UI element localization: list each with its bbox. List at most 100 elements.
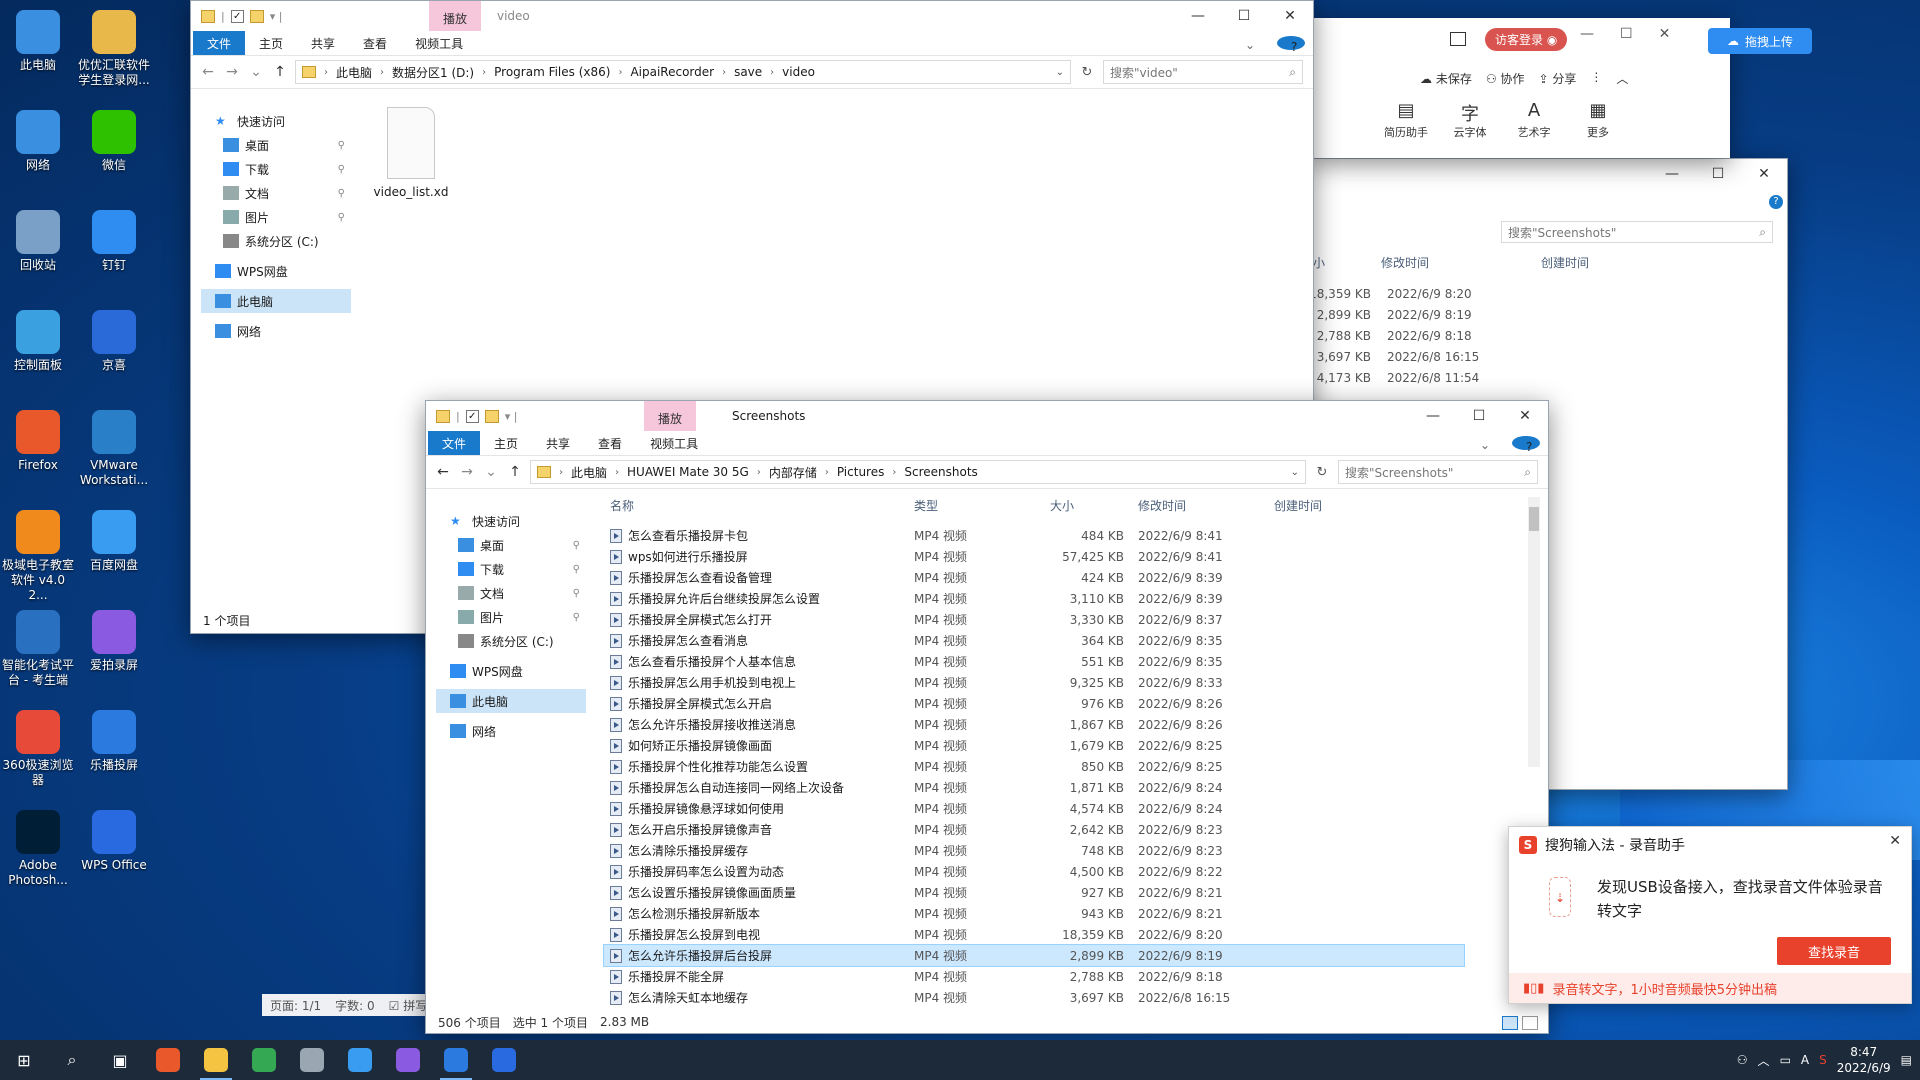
- address-bar[interactable]: › 此电脑 › HUAWEI Mate 30 5G › 内部存储 › Pictures › Scr…: [530, 460, 1306, 484]
- table-row[interactable]: 4,173 KB 2022/6/8 11:54: [1301, 367, 1531, 388]
- table-row[interactable]: 怎么开启乐播投屏镜像声音 MP4 视频 2,642 KB 2022/6/9 8:23: [604, 819, 1464, 840]
- desktop-icon[interactable]: 百度网盘: [78, 510, 150, 573]
- desktop-icon[interactable]: 此电脑: [2, 10, 74, 73]
- close-icon[interactable]: ✕: [1889, 833, 1901, 849]
- taskbar-button[interactable]: [288, 1040, 336, 1080]
- minimize-button[interactable]: —: [1580, 26, 1594, 42]
- scrollbar-thumb[interactable]: [1529, 507, 1539, 531]
- desktop-icon[interactable]: 控制面板: [2, 310, 74, 373]
- table-row[interactable]: 乐播投屏怎么查看设备管理 MP4 视频 424 KB 2022/6/9 8:39: [604, 567, 1464, 588]
- sogou-tray-icon[interactable]: S: [1819, 1053, 1827, 1067]
- minimize-button[interactable]: —: [1649, 159, 1695, 189]
- table-row[interactable]: 乐播投屏个性化推荐功能怎么设置 MP4 视频 850 KB 2022/6/9 8:25: [604, 756, 1464, 777]
- breadcrumb-chevron-icon[interactable]: ›: [757, 467, 761, 478]
- play-context-tab[interactable]: 播放: [429, 1, 482, 31]
- desktop-icon[interactable]: 极域电子教室软件 v4.0 2...: [2, 510, 74, 603]
- up-button[interactable]: ↑: [271, 64, 289, 80]
- taskbar-button[interactable]: [384, 1040, 432, 1080]
- breadcrumb-chevron-icon[interactable]: ›: [559, 467, 563, 478]
- breadcrumb-item[interactable]: 内部存储: [769, 464, 817, 481]
- forward-button[interactable]: →: [223, 64, 241, 80]
- spell-check[interactable]: ☑ 拼写: [389, 997, 428, 1014]
- nav-item[interactable]: 下载 ⚲: [436, 557, 586, 581]
- nav-item[interactable]: 图片 ⚲: [436, 605, 586, 629]
- nav-item[interactable]: 系统分区 (C:): [201, 229, 351, 253]
- table-row[interactable]: 怎么清除乐播投屏缓存 MP4 视频 748 KB 2022/6/9 8:23: [604, 840, 1464, 861]
- properties-icon[interactable]: ✓: [230, 9, 244, 23]
- details-view-icon[interactable]: [1502, 1016, 1518, 1030]
- customize-qa-icon[interactable]: ▾ |: [505, 410, 518, 423]
- desktop-icon[interactable]: Firefox: [2, 410, 74, 473]
- popup-footer[interactable]: ▮▯▮ 录音转文字，1小时音频最快5分钟出稿: [1509, 973, 1911, 1003]
- nav-item[interactable]: 图片 ⚲: [201, 205, 351, 229]
- ribbon-tab[interactable]: 文件: [428, 431, 481, 455]
- table-row[interactable]: 如何矫正乐播投屏镜像画面 MP4 视频 1,679 KB 2022/6/9 8:25: [604, 735, 1464, 756]
- help-icon[interactable]: ?: [1277, 36, 1305, 54]
- recent-dropdown[interactable]: ⌄: [247, 64, 265, 80]
- desktop-icon[interactable]: 爱拍录屏: [78, 610, 150, 673]
- minimize-button[interactable]: —: [1410, 401, 1456, 431]
- file-item[interactable]: video_list.xd: [371, 107, 451, 199]
- maximize-button[interactable]: ☐: [1221, 1, 1267, 31]
- new-folder-icon[interactable]: [484, 409, 499, 423]
- ribbon-tab[interactable]: 查看: [349, 31, 401, 55]
- nav-item[interactable]: 此电脑: [436, 689, 586, 713]
- breadcrumb-chevron-icon[interactable]: ›: [482, 67, 486, 78]
- close-button[interactable]: ✕: [1267, 1, 1313, 31]
- nav-item[interactable]: WPS网盘: [436, 659, 586, 683]
- ribbon-tab[interactable]: 查看: [584, 431, 636, 455]
- desktop-icon[interactable]: 360极速浏览器: [2, 710, 74, 788]
- table-row[interactable]: 3,697 KB 2022/6/8 16:15: [1301, 346, 1531, 367]
- maximize-button[interactable]: ☐: [1695, 159, 1741, 189]
- table-row[interactable]: 怎么允许乐播投屏后台投屏 MP4 视频 2,899 KB 2022/6/9 8:19: [603, 944, 1465, 967]
- breadcrumb-item[interactable]: save: [734, 65, 762, 79]
- table-row[interactable]: 怎么查看乐播投屏个人基本信息 MP4 视频 551 KB 2022/6/9 8:35: [604, 651, 1464, 672]
- table-row[interactable]: 怎么允许乐播投屏接收推送消息 MP4 视频 1,867 KB 2022/6/9 8:2…: [604, 714, 1464, 735]
- breadcrumb-chevron-icon[interactable]: ›: [770, 67, 774, 78]
- people-icon[interactable]: ⚇: [1737, 1053, 1748, 1067]
- table-row[interactable]: 18,359 KB 2022/6/9 8:20: [1301, 283, 1531, 304]
- breadcrumb-chevron-icon[interactable]: ›: [324, 67, 328, 78]
- collab-button[interactable]: ⚇ 协作: [1486, 70, 1525, 87]
- ribbon-tab[interactable]: 共享: [297, 31, 349, 55]
- wps-window[interactable]: 访客登录 ◉ — ☐ ✕ ☁ 未保存 ⚇ 协作 ⇪ 分享 ⋮ ︿ ▤ 简历助手 字云…: [1310, 18, 1730, 158]
- help-icon[interactable]: ?: [1769, 195, 1783, 209]
- table-row[interactable]: 乐播投屏怎么用手机投到电视上 MP4 视频 9,325 KB 2022/6/9 8:3…: [604, 672, 1464, 693]
- help-icon[interactable]: ?: [1512, 436, 1540, 454]
- notification-icon[interactable]: ▤: [1901, 1053, 1912, 1067]
- up-button[interactable]: ↑: [506, 464, 524, 480]
- taskbar-button[interactable]: ▣: [96, 1040, 144, 1080]
- desktop-icon[interactable]: Adobe Photosh...: [2, 810, 74, 888]
- collapse-ribbon-icon[interactable]: ︿: [1616, 70, 1628, 87]
- desktop-icon[interactable]: 网络: [2, 110, 74, 173]
- expand-ribbon-icon[interactable]: ⌄: [1466, 434, 1504, 452]
- share-button[interactable]: ⇪ 分享: [1538, 70, 1576, 87]
- table-row[interactable]: 2,788 KB 2022/6/9 8:18: [1301, 325, 1531, 346]
- desktop-icon[interactable]: 智能化考试平台 - 考生端: [2, 610, 74, 688]
- wps-tool-button[interactable]: ▤ 简历助手: [1380, 100, 1432, 140]
- address-dropdown-icon[interactable]: ⌄: [1291, 467, 1305, 478]
- forward-button[interactable]: →: [458, 464, 476, 480]
- size-header[interactable]: 大小: [1034, 497, 1124, 514]
- breadcrumb-chevron-icon[interactable]: ›: [618, 67, 622, 78]
- sogou-recording-popup[interactable]: S 搜狗输入法 - 录音助手 ✕ ⇣ 发现USB设备接入，查找录音文件体验录音转…: [1508, 826, 1912, 1004]
- nav-item[interactable]: 系统分区 (C:): [436, 629, 586, 653]
- maximize-button[interactable]: ☐: [1456, 401, 1502, 431]
- ribbon-tab[interactable]: 视频工具: [401, 31, 477, 55]
- search-box[interactable]: 搜索"Screenshots" ⌕: [1501, 221, 1773, 243]
- nav-item[interactable]: 桌面 ⚲: [436, 533, 586, 557]
- recent-dropdown[interactable]: ⌄: [482, 464, 500, 480]
- nav-item[interactable]: 下载 ⚲: [201, 157, 351, 181]
- nav-item[interactable]: WPS网盘: [201, 259, 351, 283]
- more-dots-icon[interactable]: ⋮: [1590, 70, 1602, 87]
- ime-icon[interactable]: A: [1801, 1053, 1809, 1067]
- breadcrumb-item[interactable]: HUAWEI Mate 30 5G: [627, 465, 749, 479]
- close-button[interactable]: ✕: [1659, 26, 1671, 42]
- ribbon-tab[interactable]: 共享: [532, 431, 584, 455]
- nav-item[interactable]: 网络: [201, 319, 351, 343]
- desktop-icon[interactable]: 微信: [78, 110, 150, 173]
- taskbar-button[interactable]: [144, 1040, 192, 1080]
- refresh-icon[interactable]: ↻: [1077, 65, 1097, 80]
- ctime-header[interactable]: 创建时间: [1541, 254, 1661, 271]
- guest-login-button[interactable]: 访客登录 ◉: [1485, 28, 1568, 51]
